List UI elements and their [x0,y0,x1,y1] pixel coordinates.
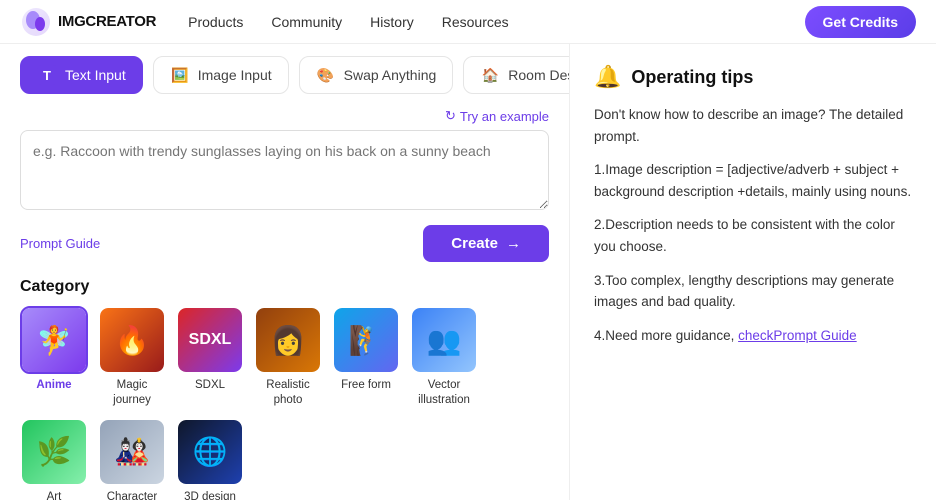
category-item-3d-design[interactable]: 🌐 3D design [176,418,244,500]
tips-paragraph-1: 1.Image description = [adjective/adverb … [594,159,912,202]
tips-body: Don't know how to describe an image? The… [594,104,912,346]
category-img-magic-journey: 🔥 [98,306,166,374]
prompt-guide-link[interactable]: Prompt Guide [20,236,100,251]
logo: IMGCREATOR [20,6,156,38]
nav-resources[interactable]: Resources [442,14,509,30]
arrow-right-icon: → [506,235,521,252]
category-name-character: Character [107,490,158,500]
tab-room-design[interactable]: 🏠 Room Design [463,56,570,94]
tips-title: Operating tips [631,67,753,88]
category-img-art: 🌿 [20,418,88,486]
tab-image-input[interactable]: 🖼️ Image Input [153,56,289,94]
create-button[interactable]: Create → [423,225,549,262]
category-img-3d-design: 🌐 [176,418,244,486]
left-panel: T Text Input 🖼️ Image Input 🎨 Swap Anyth… [0,44,570,500]
nav-products[interactable]: Products [188,14,243,30]
category-name-3d-design: 3D design [184,490,236,500]
tabs-bar: T Text Input 🖼️ Image Input 🎨 Swap Anyth… [20,56,549,94]
get-credits-button[interactable]: Get Credits [805,6,916,38]
tips-paragraph-2: 2.Description needs to be consistent wit… [594,214,912,257]
prompt-bottom-row: Prompt Guide Create → [20,225,549,262]
category-img-sdxl: SDXL [176,306,244,374]
logo-icon [20,6,52,38]
category-item-character[interactable]: 🎎 Character [98,418,166,500]
nav-community[interactable]: Community [271,14,342,30]
tips-paragraph-3: 3.Too complex, lengthy descriptions may … [594,270,912,313]
category-item-magic-journey[interactable]: 🔥 Magic journey [98,306,166,408]
tips-paragraph-4: 4.Need more guidance, checkPrompt Guide [594,325,912,347]
logo-text: IMGCREATOR [58,13,156,30]
tab-swap-anything[interactable]: 🎨 Swap Anything [299,56,454,94]
refresh-icon: ↻ [445,108,456,124]
category-label: Category [20,278,549,296]
category-item-sdxl[interactable]: SDXL SDXL [176,306,244,408]
check-prompt-guide-link[interactable]: checkPrompt Guide [738,328,857,343]
category-img-realistic-photo: 👩 [254,306,322,374]
main-container: T Text Input 🖼️ Image Input 🎨 Swap Anyth… [0,44,936,500]
category-item-art[interactable]: 🌿 Art [20,418,88,500]
category-img-free-form: 🧗 [332,306,400,374]
tab-text-input[interactable]: T Text Input [20,56,143,94]
category-img-anime: 🧚 [20,306,88,374]
try-example-button[interactable]: ↻ Try an example [445,108,549,124]
category-item-realistic-photo[interactable]: 👩 Realistic photo [254,306,322,408]
image-input-icon: 🖼️ [170,65,190,85]
category-name-sdxl: SDXL [195,378,225,393]
category-grid: 🧚 Anime 🔥 Magic journey SDXL SDXL 👩 [20,306,549,500]
category-item-free-form[interactable]: 🧗 Free form [332,306,400,408]
main-nav: Products Community History Resources [188,14,804,30]
right-panel: 🔔 Operating tips Don't know how to descr… [570,44,936,500]
bell-icon: 🔔 [594,64,621,90]
swap-anything-icon: 🎨 [316,65,336,85]
category-name-art: Art [47,490,62,500]
prompt-textarea[interactable] [20,130,549,210]
category-name-magic-journey: Magic journey [98,378,166,408]
category-item-vector-illustration[interactable]: 👥 Vector illustration [410,306,478,408]
try-example-row: ↻ Try an example [20,108,549,124]
header: IMGCREATOR Products Community History Re… [0,0,936,44]
text-input-icon: T [37,65,57,85]
tips-paragraph-0: Don't know how to describe an image? The… [594,104,912,147]
category-name-realistic-photo: Realistic photo [254,378,322,408]
category-name-vector-illustration: Vector illustration [410,378,478,408]
category-name-anime: Anime [36,378,71,393]
room-design-icon: 🏠 [480,65,500,85]
category-item-anime[interactable]: 🧚 Anime [20,306,88,408]
category-img-character: 🎎 [98,418,166,486]
category-name-free-form: Free form [341,378,391,393]
tips-header: 🔔 Operating tips [594,64,912,90]
nav-history[interactable]: History [370,14,414,30]
category-img-vector-illustration: 👥 [410,306,478,374]
